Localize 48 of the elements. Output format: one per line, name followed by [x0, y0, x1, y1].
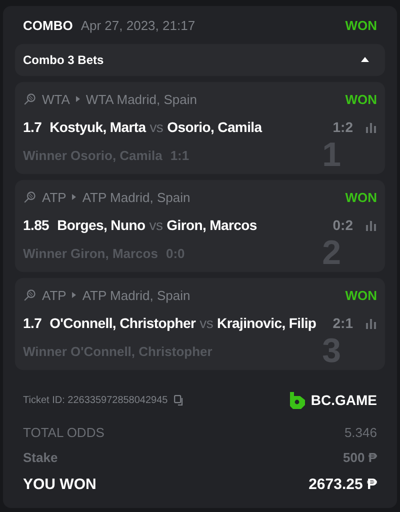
odds-value: 1.7: [23, 118, 42, 137]
summary-value: 5.346: [344, 424, 377, 442]
chevron-right-icon: [72, 194, 76, 200]
away-team: Giron, Marcos: [166, 216, 257, 235]
ticket-id: Ticket ID: 226335972858042945: [23, 394, 168, 408]
bar-chart-icon[interactable]: [365, 220, 377, 232]
away-team: Osorio, Camila: [167, 118, 262, 137]
summary-value: 500 ₱: [343, 449, 377, 467]
tennis-racket-icon: [23, 190, 36, 204]
odds-value: 1.85: [23, 216, 50, 235]
tournament-label: ATP Madrid, Spain: [82, 188, 190, 207]
home-team: O'Connell, Christopher: [50, 314, 196, 333]
league-label: WTA: [42, 90, 70, 108]
caret-up-icon: [361, 57, 369, 62]
away-team: Krajinovic, Filip: [217, 314, 316, 333]
status-label: WON: [345, 286, 377, 304]
home-team: Kostyuk, Marta: [50, 118, 146, 137]
chevron-right-icon: [76, 96, 80, 102]
bar-chart-icon[interactable]: [365, 122, 377, 134]
bar-chart-icon[interactable]: [365, 318, 377, 330]
tournament-label: ATP Madrid, Spain: [82, 286, 190, 305]
tournament-label: WTA Madrid, Spain: [86, 90, 197, 109]
home-team: Borges, Nuno: [57, 216, 146, 235]
chevron-right-icon: [72, 292, 76, 298]
vs-label: vs: [200, 314, 214, 333]
score-value: 1:2: [332, 118, 353, 137]
league-label: ATP: [42, 286, 66, 304]
summary-value: 2673.25 ₱: [308, 474, 377, 494]
status-label: WON: [345, 90, 377, 108]
league-label: ATP: [42, 188, 66, 206]
score-value: 0:2: [332, 216, 353, 235]
tennis-racket-icon: [23, 92, 36, 106]
odds-value: 1.7: [23, 314, 42, 333]
score-value: 2:1: [332, 314, 353, 333]
tennis-racket-icon: [23, 288, 36, 302]
logo-icon: [290, 392, 305, 408]
vs-label: vs: [149, 216, 163, 235]
vs-label: vs: [150, 118, 164, 137]
date-label: Apr 27, 2023, 21:17: [80, 17, 196, 35]
brand-name: BC.GAME: [310, 390, 377, 410]
summary-label: Stake: [23, 449, 58, 467]
copy-icon[interactable]: [174, 394, 185, 406]
summary-label: TOTAL ODDS: [23, 424, 104, 442]
combo-toggle[interactable]: Combo 3 Bets: [15, 44, 385, 76]
summary-label: YOU WON: [23, 474, 96, 494]
bet-type-label: COMBO: [23, 17, 73, 35]
status-label: WON: [345, 188, 377, 206]
status-label: WON: [345, 17, 377, 35]
